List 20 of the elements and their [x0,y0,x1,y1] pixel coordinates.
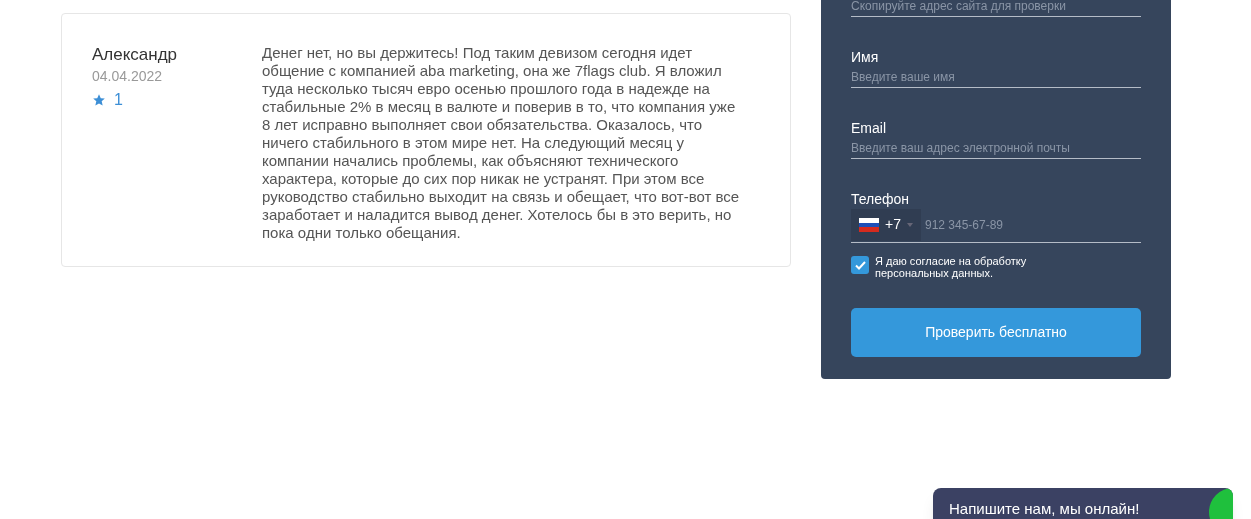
chat-widget[interactable]: Напишите нам, мы онлайн! [933,488,1233,519]
flag-icon [859,217,879,232]
field-label: Email [851,119,887,138]
review-text: Денег нет, но вы держитесь! Под таким девизом сегодня идет общение с компанией aba marketing, она же 7flags club. Я вложил туда несколько тысяч евро осенью прошлого года в надежде на стабильные 2% в месяц в валюте и поверив в то, что компания уже 8 лет исправно выполняет свои обязательства. Оказалось, что ничего стабильного в этом мире нет. На следующий месяц у компании начались проблемы, как объясняют технического характера, которые до сих пор никак не устранят. При этом все руководство стабильно выходит на связь и обещает, что вот-вот все заработает и наладится вывод денег. Хотелось бы в это верить, но пока одни только обещания. [262,44,740,242]
rating-count: 1 [114,90,123,110]
text-field[interactable]: Скопируйте адрес сайта для проверки [851,0,1141,17]
field-label: Телефон [851,190,911,209]
online-indicator-icon [1209,488,1233,519]
review-date: 04.04.2022 [92,67,164,86]
caret-icon [906,222,913,227]
author-name: Александр [92,44,179,66]
phone-field[interactable]: 912 345-67-89 [920,215,1141,234]
country-code-select[interactable]: +7 [851,208,921,241]
field-label: Имя [851,48,880,67]
text-field[interactable]: Введите ваш адрес электронной почты [851,138,1141,159]
text-field[interactable]: Введите ваше имя [851,67,1141,88]
star-icon [92,93,106,107]
consent-label: Я даю согласие на обработку персональных данных. [875,255,1028,279]
consent-checkbox[interactable] [851,256,869,274]
check-icon [854,260,866,270]
